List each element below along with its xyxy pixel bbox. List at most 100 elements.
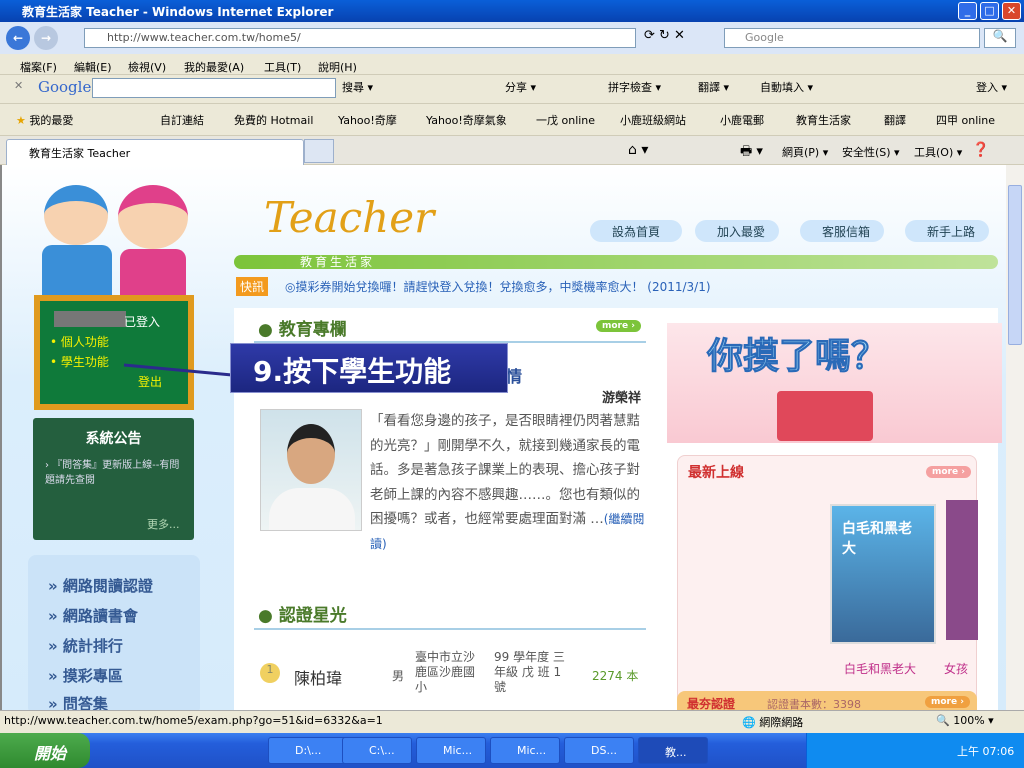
support-mail-button[interactable]: 客服信箱 xyxy=(800,220,884,242)
hot-cert-count: 認證書本數：3398 xyxy=(767,698,861,710)
share-button[interactable]: 分享 ▾ xyxy=(505,79,536,95)
instruction-callout: 9.按下學生功能 xyxy=(230,343,508,393)
book-title[interactable]: 女孩 xyxy=(944,660,968,677)
favorites-button[interactable]: ★ 我的最愛 xyxy=(16,112,73,128)
fav-link[interactable]: 免費的 Hotmail xyxy=(234,112,313,128)
author-shirt xyxy=(269,488,355,530)
nav-lottery[interactable]: » 摸彩專區 xyxy=(48,665,123,686)
star-icon: ★ xyxy=(16,114,26,127)
column-more-button[interactable]: more › xyxy=(596,320,641,332)
menu-favorites[interactable]: 我的最愛(A) xyxy=(184,59,244,75)
safety-menu[interactable]: 安全性(S) ▾ xyxy=(842,144,900,160)
refresh-stop-icons[interactable]: ⟳ ↻ ✕ xyxy=(644,28,714,48)
tools-menu[interactable]: 工具(O) ▾ xyxy=(914,144,962,160)
hot-cert-more-button[interactable]: more › xyxy=(925,696,970,708)
nav-faq[interactable]: » 問答集 xyxy=(48,693,108,710)
start-button[interactable]: 開始 xyxy=(0,733,90,768)
book-cover-text: 白毛和黑老大 xyxy=(842,521,912,557)
menu-edit[interactable]: 編輯(E) xyxy=(74,59,112,75)
fav-link[interactable]: 翻譯 xyxy=(884,112,906,128)
author-face xyxy=(287,424,335,484)
new-books-title: 最新上線 xyxy=(688,465,744,481)
star-name[interactable]: 陳柏瑋 xyxy=(294,665,342,689)
taskbar-item[interactable]: DS... xyxy=(564,737,634,764)
fav-link[interactable]: 四甲 online xyxy=(936,112,995,128)
book-title[interactable]: 白毛和黑老大 xyxy=(844,660,916,677)
menu-help[interactable]: 說明(H) xyxy=(318,59,357,75)
forward-button[interactable]: → xyxy=(34,26,58,50)
rank-medal-icon: 1 xyxy=(260,663,280,683)
add-favorite-button[interactable]: 加入最愛 xyxy=(695,220,779,242)
fav-link[interactable]: 小鹿班級網站 xyxy=(620,112,686,128)
zoom-control[interactable]: 🔍 100% ▾ xyxy=(936,714,994,727)
web-page: 已登入 • 個人功能 • 學生功能 登出 系統公告 › 『問答集』更新版上線--… xyxy=(0,165,1006,710)
autofill-button[interactable]: 自動填入 ▾ xyxy=(760,79,813,95)
translate-button[interactable]: 翻譯 ▾ xyxy=(698,79,729,95)
menu-bar: 檔案(F) 編輯(E) 檢視(V) 我的最愛(A) 工具(T) 說明(H) xyxy=(0,55,1024,75)
announcement-title: 系統公告 xyxy=(85,431,142,447)
news-ticker[interactable]: ◎摸彩券開始兌換囉！請趕快登入兌換！兌換愈多，中獎機率愈大！ (2011/3/1… xyxy=(285,278,711,295)
fav-link[interactable]: Yahoo!奇摩氣象 xyxy=(426,112,507,128)
maximize-button[interactable]: □ xyxy=(980,2,999,20)
taskbar-item[interactable]: C:\... xyxy=(342,737,412,764)
divider xyxy=(254,628,646,630)
lottery-banner[interactable]: 你摸了嗎？ xyxy=(667,323,1002,443)
print-icon[interactable]: 🖶 ▾ xyxy=(740,142,763,164)
clock[interactable]: 上午 07:06 xyxy=(957,743,1014,759)
set-homepage-button[interactable]: 設為首頁 xyxy=(590,220,682,242)
menu-view[interactable]: 檢視(V) xyxy=(128,59,166,75)
menu-tools[interactable]: 工具(T) xyxy=(264,59,301,75)
close-toolbar-icon[interactable]: ✕ xyxy=(14,79,23,92)
new-books-more-button[interactable]: more › xyxy=(926,466,971,478)
fav-link[interactable]: 小鹿電郵 xyxy=(720,112,764,128)
book-cover[interactable]: 白毛和黑老大 xyxy=(830,504,936,644)
zone-indicator: 🌐 網際網路 xyxy=(742,716,804,729)
address-input[interactable]: http://www.teacher.com.tw/home5/ xyxy=(84,28,636,48)
gift-box-icon xyxy=(777,391,873,441)
announcement-item[interactable]: › 『問答集』更新版上線--有問題請先查閱 xyxy=(45,456,185,486)
nav-stats[interactable]: » 統計排行 xyxy=(48,635,123,656)
search-icon[interactable]: 🔍 xyxy=(984,28,1016,48)
google-search-input[interactable] xyxy=(92,78,336,98)
fav-link[interactable]: 自訂連結 xyxy=(160,112,204,128)
sign-in-button[interactable]: 登入 ▾ xyxy=(976,79,1007,95)
book-cover[interactable] xyxy=(946,500,978,640)
hot-cert-box: 最夯認證 認證書本數：3398 more › xyxy=(677,691,977,710)
google-logo: Google xyxy=(38,78,92,96)
status-bar: http://www.teacher.com.tw/home5/exam.php… xyxy=(0,710,1024,732)
fav-link[interactable]: 教育生活家 xyxy=(796,112,851,128)
help-icon[interactable]: ❓ xyxy=(972,142,989,158)
fav-link[interactable]: Yahoo!奇摩 xyxy=(338,112,397,128)
google-search-button[interactable]: 搜尋 ▾ xyxy=(342,79,373,95)
new-tab-button[interactable] xyxy=(304,139,334,163)
spellcheck-button[interactable]: 拼字檢查 ▾ xyxy=(608,79,661,95)
home-icon[interactable]: ⌂ ▾ xyxy=(628,142,648,158)
hot-cert-title: 最夯認證 xyxy=(687,697,736,710)
back-button[interactable]: ← xyxy=(6,26,30,50)
address-row: ← → http://www.teacher.com.tw/home5/ ⟳ ↻… xyxy=(0,22,1024,54)
scrollbar-thumb[interactable] xyxy=(1008,185,1022,345)
taskbar-item[interactable]: Mic... xyxy=(490,737,560,764)
menu-file[interactable]: 檔案(F) xyxy=(20,59,57,75)
nav-book-club[interactable]: » 網路讀書會 xyxy=(48,605,138,626)
tab-teacher[interactable]: 教育生活家 Teacher xyxy=(6,139,304,165)
site-logo-subtitle: 教育生活家 xyxy=(300,255,376,269)
stars-title: ● 認證星光 xyxy=(258,606,347,626)
nav-reading-cert[interactable]: » 網路閱讀認證 xyxy=(48,575,153,596)
side-nav: » 網路閱讀認證 » 網路讀書會 » 統計排行 » 摸彩專區 » 問答集 xyxy=(28,555,200,710)
google-toolbar: ✕ Google 搜尋 ▾ 分享 ▾ 拼字檢查 ▾ 翻譯 ▾ 自動填入 ▾ 登入… xyxy=(0,75,1024,104)
taskbar-item-active[interactable]: 教... xyxy=(638,737,708,764)
article-headline[interactable]: 情 xyxy=(506,363,522,387)
fav-link[interactable]: 一戊 online xyxy=(536,112,595,128)
taskbar-item[interactable]: Mic... xyxy=(416,737,486,764)
status-url: http://www.teacher.com.tw/home5/exam.php… xyxy=(4,714,383,727)
close-button[interactable]: ✕ xyxy=(1002,2,1021,20)
announcement-more-link[interactable]: 更多... xyxy=(147,516,180,532)
article-excerpt: 「看看您身邊的孩子，是否眼睛裡仍閃著慧黠的光亮？」剛開學不久，就接到幾通家長的電… xyxy=(370,413,645,551)
taskbar: 開始 D:\... C:\... Mic... Mic... DS... 教..… xyxy=(0,733,1024,768)
page-menu[interactable]: 網頁(P) ▾ xyxy=(782,144,828,160)
search-input[interactable]: Google xyxy=(724,28,980,48)
favorites-bar: ★ 我的最愛 自訂連結 免費的 Hotmail Yahoo!奇摩 Yahoo!奇… xyxy=(0,104,1024,136)
minimize-button[interactable]: _ xyxy=(958,2,977,20)
new-user-button[interactable]: 新手上路 xyxy=(905,220,989,242)
